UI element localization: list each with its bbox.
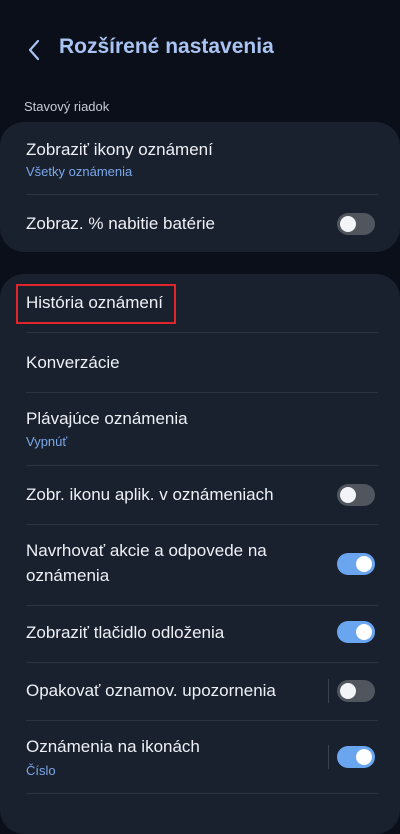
setting-title-line1: Navrhovať akcie a odpovede na [26,541,267,560]
repeat-alerts-toggle[interactable] [337,680,375,702]
highlight-box [16,284,176,324]
toggle-knob [340,683,356,699]
app-header: Rozšírené nastavenia [0,0,400,100]
toggle-knob [356,749,372,765]
toggle-knob [356,624,372,640]
setting-repeat-alerts[interactable]: Opakovať oznamov. upozornenia [0,663,400,720]
setting-subtitle: Číslo [26,763,56,778]
vertical-divider [328,679,329,703]
setting-app-icon-in-notifications[interactable]: Zobr. ikonu aplik. v oznámeniach [0,466,400,524]
setting-icon-badges[interactable]: Oznámenia na ikonách Číslo [0,721,400,793]
setting-title: Plávajúce oznámenia [26,409,188,428]
setting-conversations[interactable]: Konverzácie [0,333,400,392]
notification-settings-card: História oznámení Konverzácie Plávajúce … [0,274,400,834]
setting-show-notification-icons[interactable]: Zobraziť ikony oznámení Všetky oznámenia [0,122,400,194]
app-icon-toggle[interactable] [337,484,375,506]
setting-title: Zobraziť tlačidlo odloženia [26,623,225,642]
snooze-button-toggle[interactable] [337,621,375,643]
page-title: Rozšírené nastavenia [59,35,274,58]
setting-title: Zobr. ikonu aplik. v oznámeniach [26,485,274,504]
divider [26,793,378,794]
vertical-divider [328,745,329,769]
back-button[interactable] [22,36,46,64]
status-bar-settings-card: Zobraziť ikony oznámení Všetky oznámenia… [0,122,400,252]
icon-badges-toggle[interactable] [337,746,375,768]
toggle-knob [340,487,356,503]
section-label-status-bar: Stavový riadok [24,99,110,114]
setting-title: Oznámenia na ikonách [26,737,200,756]
setting-suggest-actions[interactable]: Navrhovať akcie a odpovede na oznámenia [0,525,400,605]
setting-title: Opakovať oznamov. upozornenia [26,681,276,700]
setting-floating-notifications[interactable]: Plávajúce oznámenia Vypnúť [0,393,400,465]
setting-battery-percentage[interactable]: Zobraz. % nabitie batérie [0,195,400,252]
setting-subtitle: Všetky oznámenia [26,164,133,179]
toggle-knob [340,216,356,232]
suggest-actions-toggle[interactable] [337,553,375,575]
setting-title: Konverzácie [26,353,120,372]
setting-title: Zobraziť ikony oznámení [26,140,213,159]
toggle-knob [356,556,372,572]
battery-percentage-toggle[interactable] [337,213,375,235]
setting-snooze-button[interactable]: Zobraziť tlačidlo odloženia [0,606,400,662]
setting-title: Zobraz. % nabitie batérie [26,214,215,233]
chevron-left-icon [28,39,40,61]
setting-title-line2: oznámenia [26,566,110,585]
setting-subtitle: Vypnúť [26,434,68,449]
